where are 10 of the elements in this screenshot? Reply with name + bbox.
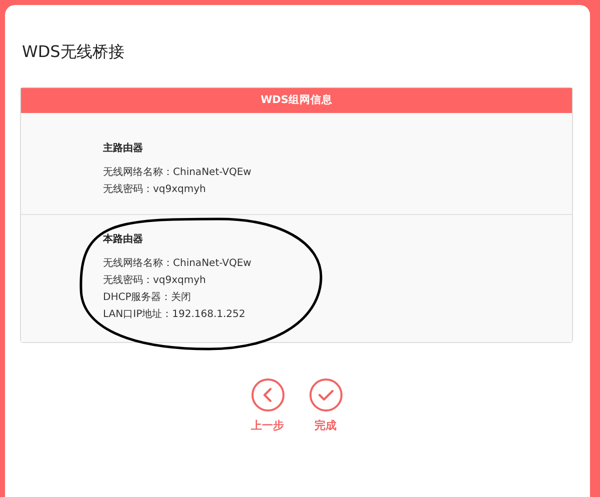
info-line: 无线网络名称：ChinaNet-VQEw: [103, 166, 252, 180]
info-line: 无线密码：vq9xqmyh: [103, 274, 207, 288]
panel-header: WDS组网信息: [21, 88, 572, 113]
info-line: LAN口IP地址：192.168.1.252: [103, 308, 246, 322]
info-line: 无线网络名称：ChinaNet-VQEw: [103, 256, 252, 271]
info-line: DHCP服务器：关闭: [103, 290, 192, 305]
info-line: 无线密码：vq9xqmyh: [103, 182, 207, 197]
page-title: WDS无线桥接: [22, 42, 126, 62]
section-title: 主路由器: [103, 141, 144, 155]
section-title: 本路由器: [103, 232, 144, 246]
